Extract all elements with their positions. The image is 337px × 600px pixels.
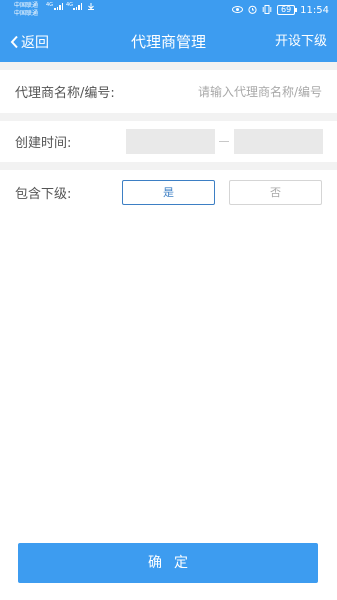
navigation-bar: 返回 代理商管理 开设下级 <box>0 22 337 62</box>
battery-icon: 69 <box>276 5 298 15</box>
agent-name-row: 代理商名称/编号: 请输入代理商名称/编号 <box>0 70 337 113</box>
network-badge: 4G <box>46 2 54 8</box>
include-subordinates-label: 包含下级: <box>15 187 72 202</box>
include-no-option[interactable]: 否 <box>229 180 322 205</box>
download-icon <box>88 3 94 12</box>
agent-name-input[interactable]: 请输入代理商名称/编号 <box>198 83 322 100</box>
network-badge: 4G <box>66 2 74 8</box>
created-time-label: 创建时间: <box>15 136 72 151</box>
carrier-label: 中国联通 <box>14 10 39 17</box>
section-divider <box>0 113 337 121</box>
status-bar: 中国联通 中国联通 4G 4G 69 11:54 <box>0 0 337 22</box>
include-subordinates-row: 包含下级: 是 否 <box>0 170 337 215</box>
open-subordinate-button[interactable]: 开设下级 <box>275 22 327 62</box>
range-separator <box>219 141 229 142</box>
clock-time: 11:54 <box>300 4 329 16</box>
created-time-row: 创建时间: <box>0 121 337 162</box>
section-divider <box>0 62 337 70</box>
signal-icon <box>54 3 63 10</box>
carrier-label: 中国联通 <box>14 2 39 9</box>
start-date-field[interactable] <box>126 129 215 154</box>
section-divider <box>0 162 337 170</box>
signal-icon <box>73 3 82 10</box>
include-yes-option[interactable]: 是 <box>122 180 215 205</box>
vibrate-icon <box>262 4 272 16</box>
confirm-button[interactable]: 确定 <box>18 543 318 583</box>
eye-icon <box>231 5 243 15</box>
end-date-field[interactable] <box>234 129 323 154</box>
alarm-icon <box>248 5 257 16</box>
agent-name-label: 代理商名称/编号: <box>15 86 115 101</box>
